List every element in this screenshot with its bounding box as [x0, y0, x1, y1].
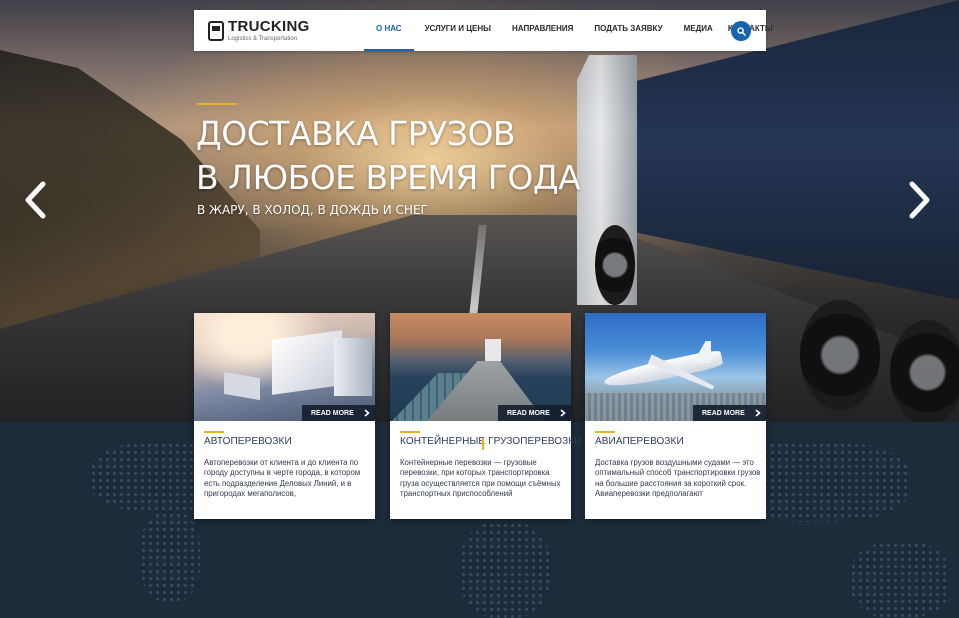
- read-more-label: READ MORE: [702, 409, 745, 417]
- hero-title-line1: ДОСТАВКА ГРУЗОВ: [196, 114, 516, 153]
- map-continent: [850, 542, 950, 618]
- service-card-air: READ MORE АВИАПЕРЕВОЗКИ Доставка грузов …: [585, 313, 766, 519]
- card-text: Контейнерные перевозки — грузовые перево…: [400, 458, 561, 498]
- read-more-label: READ MORE: [311, 409, 354, 417]
- read-more-label: READ MORE: [507, 409, 550, 417]
- card-image-truck: READ MORE: [194, 313, 375, 421]
- service-card-auto: READ MORE АВТОПЕРЕВОЗКИ Автоперевозки от…: [194, 313, 375, 519]
- search-icon: [736, 26, 746, 36]
- logo[interactable]: TRUCKING Logistics & Transportation: [208, 19, 310, 42]
- chevron-right-icon: [750, 405, 766, 421]
- card-accent-line: [400, 431, 420, 433]
- chevron-right-icon: [359, 405, 375, 421]
- hero-title: ДОСТАВКА ГРУЗОВ В ЛЮБОЕ ВРЕМЯ ГОДА: [196, 112, 616, 200]
- map-continent: [460, 522, 550, 618]
- site-header: TRUCKING Logistics & Transportation О НА…: [194, 10, 773, 51]
- card-image-ship: READ MORE: [390, 313, 571, 421]
- read-more-button[interactable]: READ MORE: [693, 405, 766, 421]
- chevron-left-icon: [25, 181, 46, 219]
- chevron-right-icon: [555, 405, 571, 421]
- service-card-container: READ MORE КОНТЕЙНЕРНЫЕ ГРУЗОПЕРЕВОЗКИ Ко…: [390, 313, 581, 519]
- hero-accent-line: [197, 103, 237, 105]
- card-image-plane: READ MORE: [585, 313, 766, 421]
- search-button[interactable]: [731, 21, 751, 41]
- nav-item-services[interactable]: УСЛУГИ И ЦЕНЫ: [425, 10, 491, 51]
- hero-subtitle: В ЖАРУ, В ХОЛОД, В ДОЖДЬ И СНЕГ: [197, 203, 428, 217]
- nav-item-request[interactable]: ПОДАТЬ ЗАЯВКУ: [594, 10, 662, 51]
- logo-subtitle: Logistics & Transportation: [228, 36, 298, 42]
- map-continent: [140, 512, 200, 602]
- nav-item-directions[interactable]: НАПРАВЛЕНИЯ: [512, 10, 573, 51]
- nav-item-media[interactable]: МЕДИА: [684, 10, 713, 51]
- card-accent-line: [595, 431, 615, 433]
- chevron-right-icon: [909, 181, 930, 219]
- read-more-button[interactable]: READ MORE: [498, 405, 571, 421]
- card-text: Автоперевозки от клиента и до клиента по…: [204, 458, 361, 498]
- hero-title-line2: В ЛЮБОЕ ВРЕМЯ ГОДА: [196, 158, 581, 197]
- text-cursor: [482, 438, 484, 450]
- card-text: Доставка грузов воздушными судами — это …: [595, 458, 761, 498]
- card-title[interactable]: АВТОПЕРЕВОЗКИ: [204, 436, 372, 447]
- read-more-button[interactable]: READ MORE: [302, 405, 375, 421]
- card-title[interactable]: АВИАПЕРЕВОЗКИ: [595, 436, 763, 447]
- card-accent-line: [204, 431, 224, 433]
- truck-logo-icon: [208, 20, 224, 41]
- card-title[interactable]: КОНТЕЙНЕРНЫЕ ГРУЗОПЕРЕВОЗКИ: [400, 436, 581, 447]
- main-nav: О НАС УСЛУГИ И ЦЕНЫ НАПРАВЛЕНИЯ ПОДАТЬ З…: [364, 10, 773, 51]
- slider-prev-button[interactable]: [20, 180, 50, 220]
- slider-next-button[interactable]: [905, 180, 935, 220]
- nav-item-about[interactable]: О НАС: [364, 10, 413, 51]
- logo-title: TRUCKING: [228, 18, 310, 35]
